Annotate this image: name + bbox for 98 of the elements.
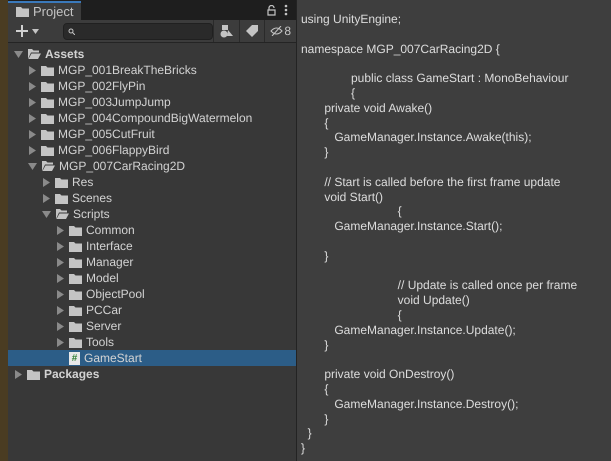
tree-item[interactable]: Common [8, 222, 296, 238]
hidden-packages-button[interactable]: 8 [264, 20, 296, 42]
tree-item[interactable]: # GameStart [8, 350, 296, 366]
tree-item[interactable]: Model [8, 270, 296, 286]
tree-item[interactable]: Tools [8, 334, 296, 350]
folder-icon [69, 320, 82, 332]
folder-icon [27, 368, 40, 380]
collapsed-arrow-icon[interactable] [28, 146, 37, 154]
code-line: public class GameStart : MonoBehaviour [350, 71, 570, 86]
code-line: } [323, 338, 330, 352]
code-line: private void OnDestroy() [323, 367, 456, 382]
code-line: void Update() [396, 293, 471, 308]
folder-icon [41, 96, 54, 108]
folder-icon [16, 6, 29, 17]
folder-icon [55, 192, 68, 204]
expanded-arrow-icon[interactable] [28, 162, 37, 170]
expanded-arrow-icon[interactable] [42, 210, 51, 218]
tree-item[interactable]: MGP_005CutFruit [8, 126, 296, 142]
collapsed-arrow-icon[interactable] [28, 130, 37, 138]
code-line: { [323, 382, 330, 397]
code-line: } [323, 145, 330, 160]
tree-item[interactable]: Interface [8, 238, 296, 254]
code-line: GameManager.Instance.Awake(this); [333, 130, 533, 146]
caret-icon [32, 28, 39, 34]
code-line: { [350, 86, 356, 101]
code-line: } [323, 248, 330, 264]
tree-item[interactable]: Scripts [8, 206, 296, 222]
tree-item[interactable]: MGP_001BreakTheBricks [8, 62, 296, 78]
search-field[interactable] [63, 22, 214, 40]
collapsed-arrow-icon[interactable] [56, 322, 65, 330]
folder-icon [41, 64, 54, 76]
collapsed-arrow-icon[interactable] [28, 66, 37, 74]
code-line: GameManager.Instance.Start(); [333, 219, 504, 234]
hidden-eye-icon [270, 26, 284, 36]
tree-item[interactable]: Res [8, 174, 296, 190]
lock-icon[interactable] [267, 5, 276, 16]
code-line: } [306, 426, 313, 442]
tree-item[interactable]: Server [8, 318, 296, 334]
collapsed-arrow-icon[interactable] [14, 370, 23, 378]
tree-item[interactable]: MGP_003JumpJump [8, 94, 296, 110]
folder-icon [69, 336, 82, 348]
code-line: GameManager.Instance.Destroy(); [333, 396, 520, 412]
code-line: private void Awake() [323, 100, 434, 116]
open-folder-icon [55, 208, 69, 220]
project-tab[interactable]: Project [8, 1, 82, 20]
collapsed-arrow-icon[interactable] [56, 258, 65, 266]
folder-icon [69, 304, 82, 316]
shapes-icon [220, 24, 233, 38]
collapsed-arrow-icon[interactable] [56, 242, 65, 250]
folder-icon [69, 256, 82, 268]
tree-item[interactable]: PCCar [8, 302, 296, 318]
code-line: { [396, 308, 403, 323]
collapsed-arrow-icon[interactable] [56, 290, 65, 298]
folder-icon [41, 144, 54, 156]
expanded-arrow-icon[interactable] [14, 50, 23, 58]
folder-icon [69, 288, 82, 300]
folder-icon [41, 128, 54, 140]
collapsed-arrow-icon[interactable] [42, 194, 51, 202]
plus-icon [16, 25, 28, 37]
script-file-icon: # [69, 352, 80, 364]
collapsed-arrow-icon[interactable] [28, 114, 37, 122]
more-menu-icon[interactable] [284, 4, 288, 16]
collapsed-arrow-icon[interactable] [28, 82, 37, 90]
code-line: // Start is called before the first frame update [323, 174, 562, 190]
open-folder-icon [27, 48, 41, 60]
folder-icon [69, 224, 82, 236]
collapsed-arrow-icon[interactable] [56, 338, 65, 346]
code-line: // Update is called once per frame [396, 278, 578, 294]
tag-icon [246, 25, 258, 37]
folder-icon [41, 80, 54, 92]
code-line: } [323, 412, 330, 426]
code-line: namespace MGP_007CarRacing2D { [301, 42, 501, 56]
search-icon [68, 28, 75, 34]
collapsed-arrow-icon[interactable] [28, 98, 37, 106]
folder-icon [69, 240, 82, 252]
code-line: void Start() [323, 190, 384, 204]
tree-item[interactable]: Manager [8, 254, 296, 270]
code-line: { [396, 204, 403, 220]
tree-item[interactable]: MGP_004CompoundBigWatermelon [8, 110, 296, 126]
tree-item[interactable]: Assets [8, 46, 296, 62]
code-line: GameManager.Instance.Update(); [333, 322, 517, 338]
code-line: using UnityEngine; [301, 12, 402, 27]
tree-item[interactable]: ObjectPool [8, 286, 296, 302]
collapsed-arrow-icon[interactable] [56, 226, 65, 234]
code-line: } [301, 441, 306, 456]
folder-icon [41, 112, 54, 124]
folder-icon [69, 272, 82, 284]
tree-item[interactable]: Packages [8, 366, 296, 382]
tree-item[interactable]: MGP_006FlappyBird [8, 142, 296, 158]
collapsed-arrow-icon[interactable] [42, 178, 51, 186]
tree-item[interactable]: Scenes [8, 190, 296, 206]
collapsed-arrow-icon[interactable] [56, 274, 65, 282]
code-line: { [323, 116, 330, 130]
folder-icon [55, 176, 68, 188]
open-folder-icon [41, 160, 55, 172]
tree-item[interactable]: MGP_007CarRacing2D [8, 158, 296, 174]
collapsed-arrow-icon[interactable] [56, 306, 65, 314]
tree-item[interactable]: MGP_002FlyPin [8, 78, 296, 94]
